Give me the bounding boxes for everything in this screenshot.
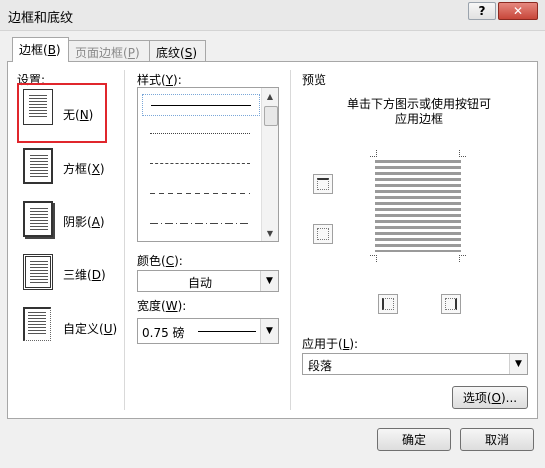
- setting-box-icon[interactable]: [23, 148, 53, 184]
- width-label-key: W: [165, 299, 178, 313]
- preview-canvas[interactable]: [370, 150, 466, 262]
- setting-custom-suffix: ): [112, 322, 118, 336]
- help-button[interactable]: ?: [468, 2, 496, 20]
- left-border-button[interactable]: [378, 294, 398, 314]
- tab-borders-suffix: ): [55, 43, 61, 57]
- setting-box[interactable]: 方框(X): [63, 160, 105, 177]
- title-bar: 边框和底纹 ? ✕: [0, 0, 545, 31]
- setting-custom[interactable]: 自定义(U): [63, 320, 117, 337]
- left-border-icon: [382, 298, 394, 310]
- apply-to-suffix: ):: [349, 337, 359, 351]
- style-option-dense-dash[interactable]: [150, 163, 250, 164]
- setting-3d[interactable]: 三维(D): [63, 266, 106, 283]
- style-option-dash-dot[interactable]: [150, 223, 250, 224]
- tab-page-border[interactable]: 页面边框(P): [68, 40, 150, 61]
- chevron-down-icon[interactable]: ▼: [260, 319, 278, 343]
- apply-to-label: 应用于(L):: [302, 335, 358, 352]
- options-key: O: [491, 390, 501, 405]
- style-option-dotted[interactable]: [150, 133, 250, 134]
- setting-3d-label: 三维(: [63, 268, 92, 282]
- setting-box-suffix: ): [99, 162, 105, 176]
- scroll-down-icon[interactable]: ▼: [262, 225, 278, 241]
- setting-none-key: N: [79, 108, 89, 122]
- style-option-solid[interactable]: [142, 94, 260, 116]
- setting-none-suffix: ): [88, 108, 94, 122]
- color-value: 自动: [187, 276, 212, 290]
- scroll-thumb[interactable]: [264, 106, 278, 126]
- middle-border-button[interactable]: [313, 224, 333, 244]
- style-label: 样式(Y):: [137, 71, 182, 88]
- tab-shading-suffix: ): [192, 46, 197, 60]
- color-label-suffix: ):: [174, 254, 183, 268]
- setting-shadow-suffix: ): [99, 215, 105, 229]
- tab-borders-key: B: [47, 43, 56, 57]
- options-button[interactable]: 选项(O)...: [452, 386, 528, 409]
- tab-borders-label: 边框(: [19, 43, 48, 57]
- right-border-icon: [445, 298, 457, 310]
- setting-none[interactable]: 无(N): [63, 106, 93, 123]
- style-label-key: Y: [165, 73, 174, 87]
- chevron-down-icon[interactable]: ▼: [509, 354, 527, 374]
- setting-none-label: 无(: [63, 108, 80, 122]
- preview-label: 预览: [302, 73, 327, 87]
- ok-button[interactable]: 确定: [377, 428, 451, 451]
- right-border-button[interactable]: [441, 294, 461, 314]
- setting-shadow-key: A: [91, 215, 100, 229]
- setting-shadow-label: 阴影(: [63, 215, 92, 229]
- setting-3d-icon[interactable]: [23, 254, 53, 290]
- apply-to-text: 应用于(: [302, 337, 343, 351]
- divider-right: [290, 70, 291, 410]
- top-border-icon: [317, 178, 329, 190]
- setting-3d-key: D: [91, 268, 101, 282]
- scroll-up-icon[interactable]: ▲: [262, 88, 278, 104]
- options-label: 选项(: [462, 391, 492, 405]
- window-title: 边框和底纹: [8, 11, 74, 26]
- color-label-key: C: [165, 254, 175, 268]
- width-sample-line: [198, 331, 256, 332]
- color-label: 颜色(C):: [137, 252, 183, 269]
- style-label-suffix: ):: [173, 73, 182, 87]
- width-value: 0.75 磅: [142, 326, 185, 340]
- close-icon: ✕: [512, 4, 524, 18]
- chevron-down-icon[interactable]: ▼: [260, 271, 278, 291]
- top-border-button[interactable]: [313, 174, 333, 194]
- style-option-dash[interactable]: [150, 193, 250, 194]
- style-scrollbar[interactable]: ▲ ▼: [261, 88, 278, 241]
- color-dropdown[interactable]: 自动 ▼: [137, 270, 279, 292]
- tab-page-border-label: 页面边框(: [75, 46, 128, 60]
- style-label-text: 样式(: [137, 73, 166, 87]
- setting-shadow-icon[interactable]: [23, 201, 53, 237]
- options-suffix: )...: [501, 390, 518, 405]
- divider-left: [124, 70, 125, 410]
- tab-shading-label: 底纹(: [156, 46, 185, 60]
- cancel-button[interactable]: 取消: [460, 428, 534, 451]
- setting-box-key: X: [91, 162, 100, 176]
- setting-shadow[interactable]: 阴影(A): [63, 213, 105, 230]
- apply-to-dropdown[interactable]: 段落 ▼: [302, 353, 528, 375]
- preview-hint-line2: 应用边框: [394, 112, 443, 126]
- width-label-suffix: ):: [177, 299, 187, 313]
- width-label: 宽度(W):: [137, 297, 186, 314]
- preview-paragraph: [375, 160, 461, 252]
- setting-3d-suffix: ): [100, 268, 106, 282]
- close-button[interactable]: ✕: [498, 2, 538, 20]
- apply-to-value: 段落: [308, 359, 333, 373]
- width-label-text: 宽度(: [137, 299, 166, 313]
- setting-custom-label: 自定义(: [63, 322, 104, 336]
- tab-page-border-key: P: [127, 46, 135, 60]
- setting-none-icon[interactable]: [23, 89, 53, 125]
- tab-borders[interactable]: 边框(B): [12, 37, 69, 62]
- help-icon: ?: [478, 4, 486, 18]
- width-dropdown[interactable]: 0.75 磅 ▼: [137, 318, 279, 344]
- style-listbox[interactable]: ▲ ▼: [137, 87, 279, 242]
- tab-shading[interactable]: 底纹(S): [149, 40, 206, 61]
- color-label-text: 颜色(: [137, 254, 166, 268]
- inside-border-icon: [317, 228, 329, 240]
- setting-custom-icon[interactable]: [23, 307, 53, 343]
- setting-box-label: 方框(: [63, 162, 92, 176]
- tab-page-border-suffix: ): [134, 46, 140, 60]
